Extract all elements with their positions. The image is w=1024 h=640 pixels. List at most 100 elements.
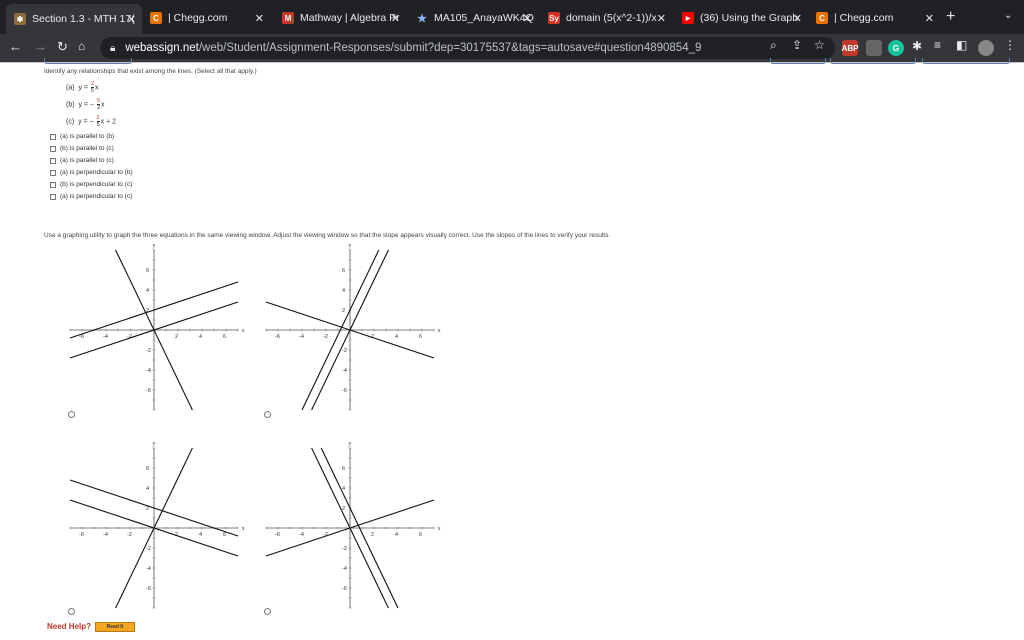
x-tick-label: 6	[419, 532, 422, 538]
y-tick-label: 4	[146, 486, 149, 492]
kebab-menu-icon[interactable]: ⋮	[1004, 38, 1016, 52]
top-button[interactable]	[830, 58, 916, 64]
checkbox[interactable]	[50, 169, 56, 176]
top-button[interactable]	[44, 58, 132, 64]
x-tick-label: 4	[199, 532, 202, 538]
top-button[interactable]	[922, 58, 1010, 64]
tab-chegg-1[interactable]: C | Chegg.com ✕	[142, 6, 270, 30]
tab-ma105[interactable]: ★ MA105_AnayaWK4Q ✕	[408, 6, 538, 30]
radio-graph-4[interactable]	[264, 608, 271, 615]
frac-num: 2	[90, 81, 95, 88]
y-tick-label: -2	[146, 348, 151, 354]
tab-chegg-2[interactable]: C | Chegg.com ✕	[808, 6, 940, 30]
x-tick-label: -2	[127, 532, 132, 538]
frac-den: 2	[96, 105, 101, 111]
new-tab-button[interactable]: +	[946, 8, 955, 26]
close-icon[interactable]: ✕	[793, 12, 802, 25]
frac-den: 5	[96, 122, 100, 128]
browser-tab-bar: ✱ Section 1.3 - MTH 17( ✕ C | Chegg.com …	[0, 0, 1024, 34]
address-bar[interactable]: 🔒︎ webassign.net/web/Student/Assignment-…	[100, 37, 835, 59]
bookmark-star-icon[interactable]: ☆	[814, 38, 825, 52]
x-axis-label: x	[438, 526, 441, 532]
radio-graph-2[interactable]	[264, 411, 271, 418]
y-tick-label: -4	[146, 368, 151, 374]
equation-lhs: y = −	[78, 118, 94, 126]
close-icon[interactable]: ✕	[391, 12, 400, 25]
option-a-perpendicular-b[interactable]: (a) is perpendicular to (b)	[50, 169, 133, 176]
avatar[interactable]	[978, 40, 994, 56]
url-host: webassign.net	[125, 42, 199, 54]
y-tick-label: 6	[146, 466, 149, 472]
x-tick-label: -4	[299, 532, 304, 538]
x-tick-label: -4	[103, 532, 108, 538]
radio-graph-1[interactable]	[68, 411, 75, 418]
option-a-parallel-c[interactable]: (a) is parallel to (c)	[50, 157, 114, 164]
puzzle-icon[interactable]: ✱	[912, 39, 922, 53]
graph-option-2: xy-6-4-2246642-2-4-6	[265, 243, 441, 411]
read-it-button[interactable]: Read It	[95, 622, 135, 632]
equation-rest: x	[95, 84, 99, 92]
search-icon[interactable]: ⌕	[770, 38, 777, 53]
adblock-icon[interactable]: ABP	[842, 40, 858, 56]
graph-option-3: xy-6-4-2246642-2-4-6	[69, 441, 245, 609]
option-b-parallel-c[interactable]: (b) is parallel to (c)	[50, 145, 114, 152]
share-icon[interactable]: ⇪	[792, 38, 802, 52]
y-axis-label: y	[349, 441, 352, 447]
tab-section-1-3[interactable]: ✱ Section 1.3 - MTH 17( ✕	[6, 4, 142, 34]
chevron-down-icon[interactable]: ⌄	[1004, 10, 1012, 21]
y-tick-label: 6	[146, 268, 149, 274]
y-tick-label: -6	[146, 586, 151, 592]
checkbox[interactable]	[50, 157, 56, 164]
extension-icon[interactable]	[866, 40, 882, 56]
option-label: (a) is perpendicular to (b)	[60, 169, 133, 176]
checkbox[interactable]	[50, 145, 56, 152]
option-a-parallel-b[interactable]: (a) is parallel to (b)	[50, 133, 114, 140]
option-label: (b) is perpendicular to (c)	[60, 181, 133, 188]
tab-mathway[interactable]: M Mathway | Algebra Pr ✕	[274, 6, 406, 30]
x-tick-label: -2	[323, 334, 328, 340]
x-tick-label: -6	[275, 334, 280, 340]
x-tick-label: 4	[199, 334, 202, 340]
page-content: Identify any relationships that exist am…	[0, 58, 1024, 640]
reading-list-icon[interactable]: ≡	[934, 38, 941, 52]
close-icon[interactable]: ✕	[523, 12, 532, 25]
forward-arrow-icon[interactable]: →	[34, 39, 47, 54]
grammarly-icon[interactable]: G	[888, 40, 904, 56]
close-icon[interactable]: ✕	[255, 12, 264, 25]
tab-symbolab[interactable]: Sy domain (5(x^2-1))/x ✕	[540, 6, 672, 30]
close-icon[interactable]: ✕	[925, 12, 934, 25]
close-icon[interactable]: ✕	[657, 12, 666, 25]
url-path: /web/Student/Assignment-Responses/submit…	[198, 42, 702, 54]
checkbox[interactable]	[50, 181, 56, 188]
graph-option-1: xy-6 -4 -2 2 4 6642-2-4-6	[69, 243, 245, 411]
y-tick-label: 4	[342, 288, 345, 294]
chegg-icon: C	[816, 12, 828, 24]
checkbox[interactable]	[50, 193, 56, 200]
option-a-perpendicular-c[interactable]: (a) is perpendicular to (c)	[50, 193, 132, 200]
option-label: (a) is parallel to (c)	[60, 157, 114, 164]
equation-b: (b) y = − 52x	[66, 98, 105, 111]
x-axis-label: x	[438, 328, 441, 334]
checkbox[interactable]	[50, 133, 56, 140]
equation-label: (c)	[66, 118, 75, 126]
webassign-icon: ✱	[14, 13, 26, 25]
tab-youtube[interactable]: ▶ (36) Using the Graph ✕	[674, 6, 808, 30]
sidepanel-icon[interactable]: ◧	[956, 38, 967, 52]
y-tick-label: 6	[342, 466, 345, 472]
home-icon[interactable]: ⌂	[78, 39, 85, 53]
reload-icon[interactable]: ↻	[57, 39, 68, 55]
mathway-icon: M	[282, 12, 294, 24]
top-button[interactable]	[770, 58, 826, 64]
chegg-icon: C	[150, 12, 162, 24]
x-axis-label: x	[242, 328, 245, 334]
y-tick-label: 4	[146, 288, 149, 294]
equation-lhs: y = −	[78, 101, 95, 109]
y-tick-label: 2	[342, 308, 345, 314]
x-tick-label: 4	[395, 334, 398, 340]
y-tick-label: -2	[342, 348, 347, 354]
back-arrow-icon[interactable]: ←	[9, 39, 22, 54]
close-icon[interactable]: ✕	[127, 13, 136, 26]
option-b-perpendicular-c[interactable]: (b) is perpendicular to (c)	[50, 181, 132, 188]
x-tick-label: 2	[175, 334, 178, 340]
radio-graph-3[interactable]	[68, 608, 75, 615]
